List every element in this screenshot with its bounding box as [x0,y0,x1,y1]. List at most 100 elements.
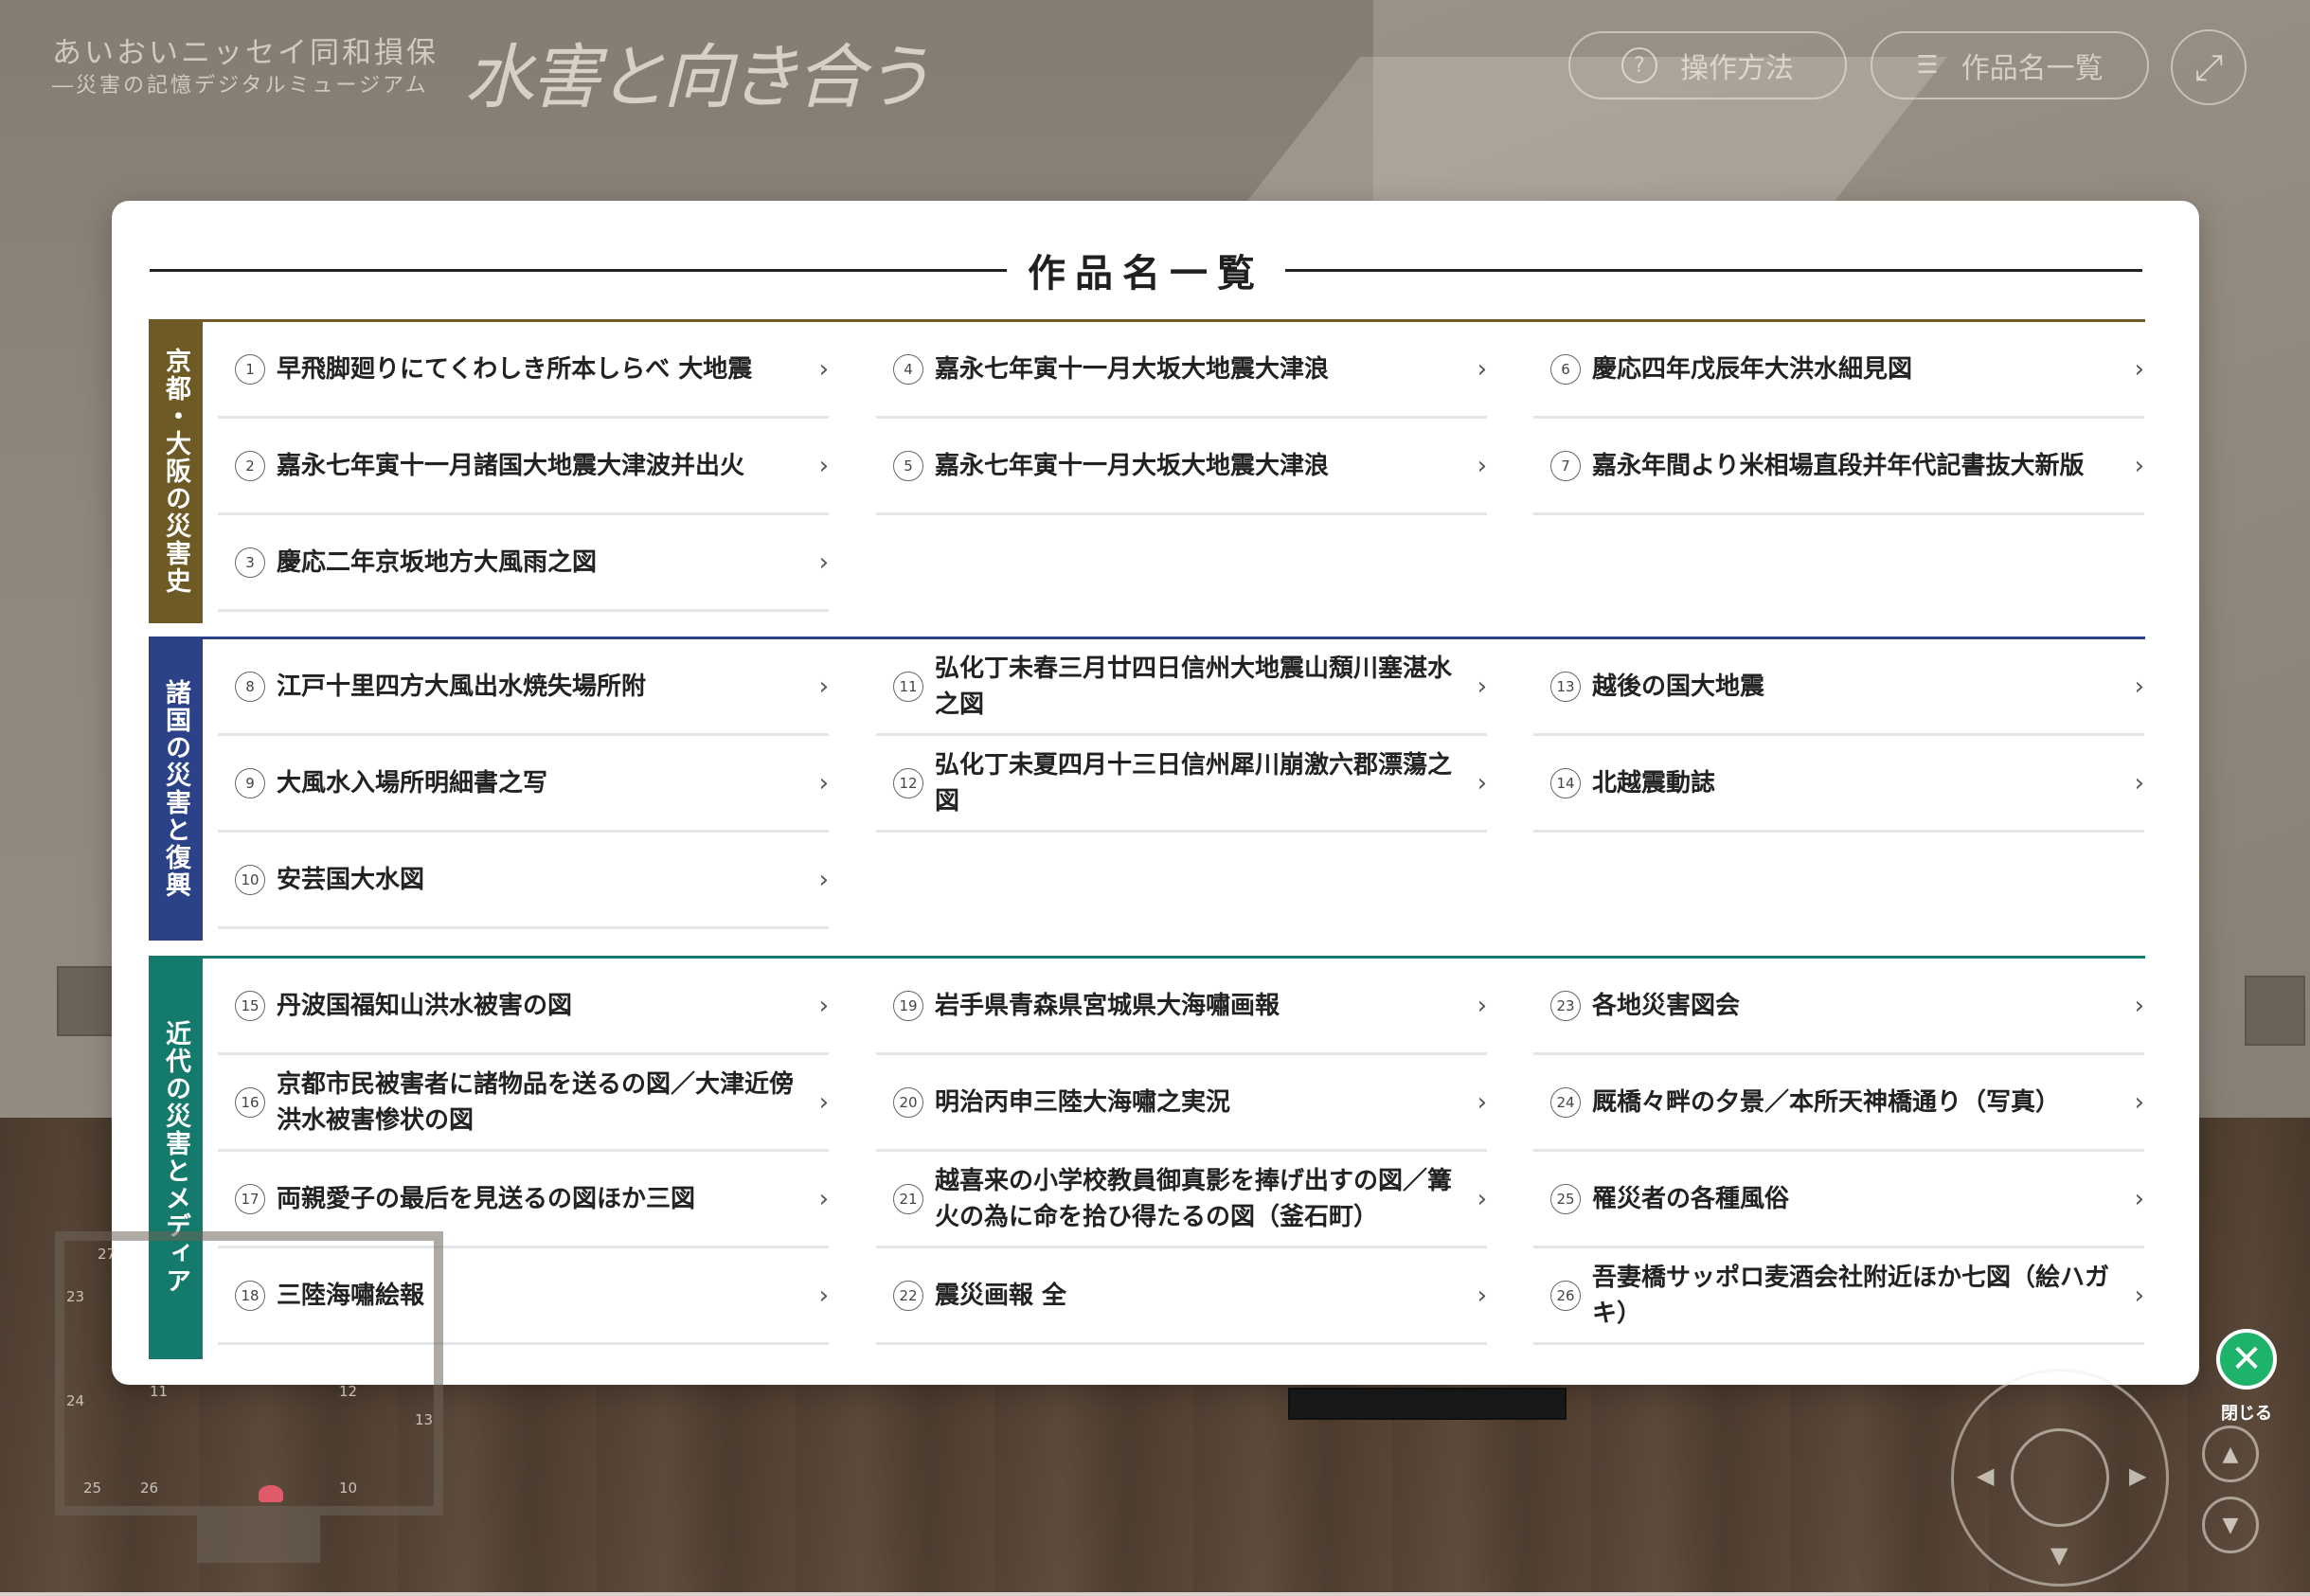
artwork-number: 19 [893,990,923,1021]
artwork-link[interactable]: 13 越後の国大地震 › [1533,639,2144,736]
artwork-column: 19 岩手県青森県宮城県大海嘯画報 › 20 明治丙申三陸大海嘯之実況 › 21 越喜来の小学… [876,959,1487,1345]
artwork-link[interactable]: 19 岩手県青森県宮城県大海嘯画報 › [876,959,1487,1055]
fullscreen-icon: ⤢ [2194,45,2224,88]
modal-header: 作品名一覧 [150,237,2142,303]
artwork-title: 罹災者の各種風俗 [1592,1184,1790,1213]
artwork-title: 嘉永年間より米相場直段并年代記書抜大新版 [1592,451,2085,480]
chevron-right-icon: › [818,768,829,798]
artwork-link[interactable]: 12 弘化丁未夏四月十三日信州犀川崩激六郡漂蕩之図 › [876,736,1487,833]
artwork-link[interactable]: 5 嘉永七年寅十一月大坂大地震大津浪 › [876,419,1487,515]
artwork-link[interactable]: 1 早飛脚廻りにてくわしき所本しらべ 大地震 › [218,322,829,419]
chevron-right-icon: › [818,672,829,701]
brand-company: あいおいニッセイ同和損保 [52,36,439,70]
artwork-title: 厩橋々畔の夕景／本所天神橋通り（写真） [1592,1087,2061,1117]
artwork-number: 22 [893,1280,923,1311]
artwork-column: 23 各地災害図会 › 24 厩橋々畔の夕景／本所天神橋通り（写真） › 25 罹災者の各種風… [1533,959,2144,1345]
section-label: 京都・大阪の災害史 [149,319,203,623]
artwork-link[interactable]: 15 丹波国福知山洪水被害の図 › [218,959,829,1055]
chevron-right-icon: › [818,547,829,577]
artwork-title: 弘化丁未春三月廿四日信州大地震山頽川塞湛水之図 [935,654,1453,719]
artwork-column: 4 嘉永七年寅十一月大坂大地震大津浪 › 5 嘉永七年寅十一月大坂大地震大津浪 › [876,322,1487,515]
artwork-number: 13 [1550,671,1581,702]
artwork-list-modal: 作品名一覧 京都・大阪の災害史 1 早飛脚廻りにてくわしき所本しらべ 大地震 › 2 嘉永… [112,201,2199,1385]
zoom-up-button[interactable]: ▲ [2202,1426,2259,1482]
chevron-right-icon: › [818,991,829,1020]
artwork-link[interactable]: 2 嘉永七年寅十一月諸国大地震大津波并出火 › [218,419,829,515]
artwork-number: 8 [235,671,265,702]
artwork-link[interactable]: 25 罹災者の各種風俗 › [1533,1152,2144,1248]
chevron-right-icon: › [2134,1087,2144,1117]
artwork-link[interactable]: 7 嘉永年間より米相場直段并年代記書抜大新版 › [1533,419,2144,515]
artwork-frame [2245,976,2305,1046]
artwork-number: 12 [893,767,923,798]
artwork-list-button[interactable]: ☰ 作品名一覧 [1871,31,2149,99]
chevron-right-icon: › [1477,991,1487,1020]
artwork-title: 震災画報 全 [935,1281,1067,1310]
artwork-column: 6 慶応四年戊辰年大洪水細見図 › 7 嘉永年間より米相場直段并年代記書抜大新版 › [1533,322,2144,515]
artwork-column: 13 越後の国大地震 › 14 北越震動誌 › [1533,639,2144,833]
chevron-right-icon: › [1477,1087,1487,1117]
brand-logo: あいおいニッセイ同和損保 ―災害の記憶デジタルミュージアム [52,34,439,100]
movement-joystick[interactable]: ◀ ▶ ▼ [1951,1369,2169,1587]
artwork-link[interactable]: 24 厩橋々畔の夕景／本所天神橋通り（写真） › [1533,1055,2144,1152]
artwork-frame [57,966,117,1036]
artwork-link[interactable]: 22 震災画報 全 › [876,1248,1487,1345]
modal-title: 作品名一覧 [1028,251,1264,296]
chevron-right-icon: › [818,1281,829,1310]
artwork-link[interactable]: 8 江戸十里四方大風出水焼失場所附 › [218,639,829,736]
joystick-knob[interactable] [2011,1428,2109,1527]
artwork-link[interactable]: 10 安芸国大水図 › [218,833,829,929]
section-2: 諸国の災害と復興 8 江戸十里四方大風出水焼失場所附 › 9 大風水入場所明細書之写 › 10… [149,637,2145,941]
artwork-column: 8 江戸十里四方大風出水焼失場所附 › 9 大風水入場所明細書之写 › 10 安芸国大水図 › [218,639,829,929]
pedestal [1288,1388,1567,1420]
artwork-title: 嘉永七年寅十一月大坂大地震大津浪 [935,451,1330,480]
chevron-right-icon: › [1477,768,1487,798]
artwork-link[interactable]: 16 京都市民被害者に諸物品を送るの図／大津近傍洪水被害惨状の図 › [218,1055,829,1152]
artwork-number: 17 [235,1183,265,1214]
close-button[interactable]: ✕ [2216,1329,2277,1390]
chevron-right-icon: › [2134,1281,2144,1310]
zoom-down-button[interactable]: ▼ [2202,1497,2259,1553]
artwork-link[interactable]: 9 大風水入場所明細書之写 › [218,736,829,833]
artwork-title: 丹波国福知山洪水被害の図 [277,991,573,1020]
artwork-number: 1 [235,353,265,385]
chevron-right-icon: › [818,1087,829,1117]
help-button[interactable]: ? 操作方法 [1568,31,1847,99]
artwork-number: 5 [893,450,923,481]
minimap-room-number: 25 [83,1479,102,1497]
artwork-number: 10 [235,864,265,895]
arrow-down-icon: ▼ [2050,1542,2068,1569]
chevron-right-icon: › [818,451,829,480]
chevron-right-icon: › [2134,451,2144,480]
artwork-title: 北越震動誌 [1592,768,1716,798]
fullscreen-button[interactable]: ⤢ [2171,29,2247,105]
artwork-number: 9 [235,767,265,798]
chevron-right-icon: › [1477,451,1487,480]
title-rule-left [150,268,1007,272]
artwork-number: 4 [893,353,923,385]
chevron-right-icon: › [2134,768,2144,798]
artwork-link[interactable]: 20 明治丙申三陸大海嘯之実況 › [876,1055,1487,1152]
artwork-link[interactable]: 14 北越震動誌 › [1533,736,2144,833]
artwork-title: 京都市民被害者に諸物品を送るの図／大津近傍洪水被害惨状の図 [277,1069,795,1135]
minimap-room-number: 11 [150,1383,169,1400]
artwork-title: 両親愛子の最后を見送るの図ほか三図 [277,1184,696,1213]
artwork-link[interactable]: 23 各地災害図会 › [1533,959,2144,1055]
artwork-link[interactable]: 21 越喜来の小学校教員御真影を捧げ出すの図／篝火の為に命を拾ひ得たるの図（釜石町… [876,1152,1487,1248]
artwork-link[interactable]: 3 慶応二年京坂地方大風雨之図 › [218,515,829,612]
artwork-number: 23 [1550,990,1581,1021]
bottom-strip [0,1592,2310,1596]
section-3: 近代の災害とメディア 15 丹波国福知山洪水被害の図 › 16 京都市民被害者に諸物品を送… [149,956,2145,1359]
chevron-right-icon: › [2134,354,2144,384]
artwork-title: 明治丙申三陸大海嘯之実況 [935,1087,1231,1117]
artwork-link[interactable]: 6 慶応四年戊辰年大洪水細見図 › [1533,322,2144,419]
artwork-title: 慶応四年戊辰年大洪水細見図 [1592,354,1913,384]
artwork-link[interactable]: 26 吾妻橋サッポロ麦酒会社附近ほか七図（絵ハガキ） › [1533,1248,2144,1345]
artwork-title: 大風水入場所明細書之写 [277,768,548,798]
artwork-title: 越後の国大地震 [1592,672,1765,701]
artwork-link[interactable]: 11 弘化丁未春三月廿四日信州大地震山頽川塞湛水之図 › [876,639,1487,736]
floor-minimap[interactable]: 27 23 24 25 26 11 12 10 13 [55,1231,443,1563]
artwork-link[interactable]: 4 嘉永七年寅十一月大坂大地震大津浪 › [876,322,1487,419]
chevron-right-icon: › [818,354,829,384]
artwork-title: 越喜来の小学校教員御真影を捧げ出すの図／篝火の為に命を拾ひ得たるの図（釜石町） [935,1166,1453,1231]
